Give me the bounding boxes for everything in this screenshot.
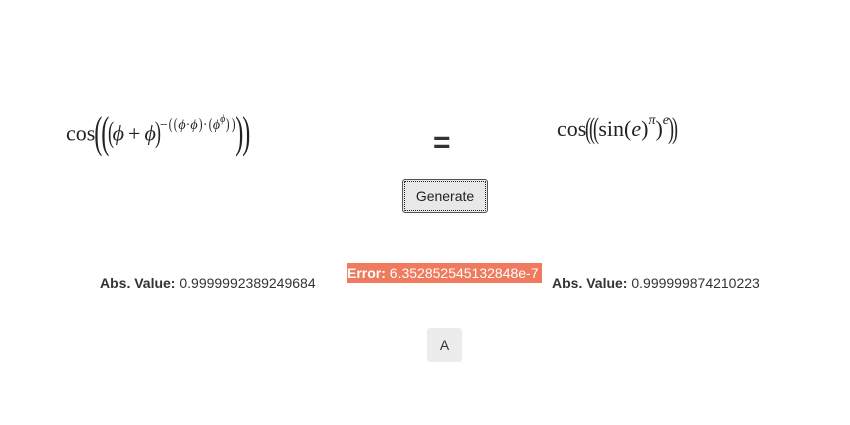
- abs-value-label: Abs. Value:: [552, 275, 628, 291]
- abs-value-number: 0.999999874210223: [631, 275, 760, 291]
- a-button[interactable]: A: [427, 328, 462, 362]
- error-value: 6.352852545132848e-7: [389, 265, 539, 281]
- pi-exponent: π: [648, 113, 656, 128]
- generate-button[interactable]: Generate: [402, 179, 488, 213]
- left-expression: cos(((ϕ + ϕ)−((ϕ·ϕ)·(ϕϕ)))): [66, 108, 251, 157]
- error-badge: Error: 6.352852545132848e-7: [347, 263, 542, 283]
- error-label: Error:: [347, 265, 386, 281]
- phi-symbol: ϕ: [112, 120, 125, 146]
- exponent: −((ϕ·ϕ)·(ϕϕ)): [159, 113, 236, 133]
- abs-value-number: 0.9999992389249684: [179, 275, 316, 291]
- e-symbol: e: [631, 116, 642, 141]
- cos-function: cos: [66, 120, 96, 146]
- right-expression: cos(((sin(e)π)e)): [557, 111, 678, 145]
- plus-operator: +: [128, 120, 141, 146]
- sin-function: sin: [598, 116, 625, 141]
- left-abs-value: Abs. Value: 0.9999992389249684: [100, 275, 316, 291]
- right-abs-value: Abs. Value: 0.999999874210223: [552, 275, 760, 291]
- abs-value-label: Abs. Value:: [100, 275, 176, 291]
- equals-sign: =: [433, 126, 451, 159]
- cos-function: cos: [557, 116, 587, 141]
